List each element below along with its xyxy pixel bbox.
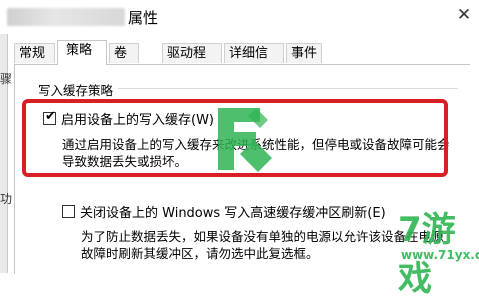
tab-general[interactable]: 常规 bbox=[14, 43, 55, 63]
tab-driver[interactable]: 驱动程序 bbox=[162, 43, 222, 81]
title-bar: 属性 ✕ bbox=[0, 0, 479, 34]
tab-policies[interactable]: 策略 bbox=[57, 40, 107, 65]
disable-flush-description: 为了防止数据丢失，如果设备没有单独的电源以允许该设备在电源 bbox=[81, 229, 444, 244]
tab-label: 事件 bbox=[291, 46, 318, 61]
tab-label: 策略 bbox=[66, 43, 93, 58]
disable-flush-label[interactable]: 关闭设备上的 Windows 写入高速缓存缓冲区刷新(E) bbox=[80, 202, 386, 221]
tab-label: 常规 bbox=[19, 46, 46, 61]
tab-events[interactable]: 事件 bbox=[286, 43, 322, 63]
disable-flush-description: 故障时刷新其缓冲区，请勿选中此复选框。 bbox=[81, 246, 319, 261]
tab-label: 卷 bbox=[114, 46, 128, 61]
watermark-logo-icon bbox=[218, 108, 272, 172]
redacted-device-name bbox=[7, 8, 125, 26]
background-text-fragment: 骤 bbox=[0, 72, 13, 86]
close-icon[interactable]: ✕ bbox=[452, 3, 476, 27]
watermark-url: www.71yx.cn bbox=[401, 248, 479, 262]
window-title: 属性 bbox=[128, 9, 159, 27]
background-text-fragment: 功 bbox=[0, 192, 13, 206]
group-divider bbox=[118, 88, 458, 89]
tab-details[interactable]: 详细信息 bbox=[224, 43, 284, 81]
tab-volumes[interactable]: 卷 bbox=[109, 43, 139, 63]
disable-flush-checkbox[interactable] bbox=[62, 205, 75, 218]
group-title: 写入缓存策略 bbox=[38, 83, 114, 98]
